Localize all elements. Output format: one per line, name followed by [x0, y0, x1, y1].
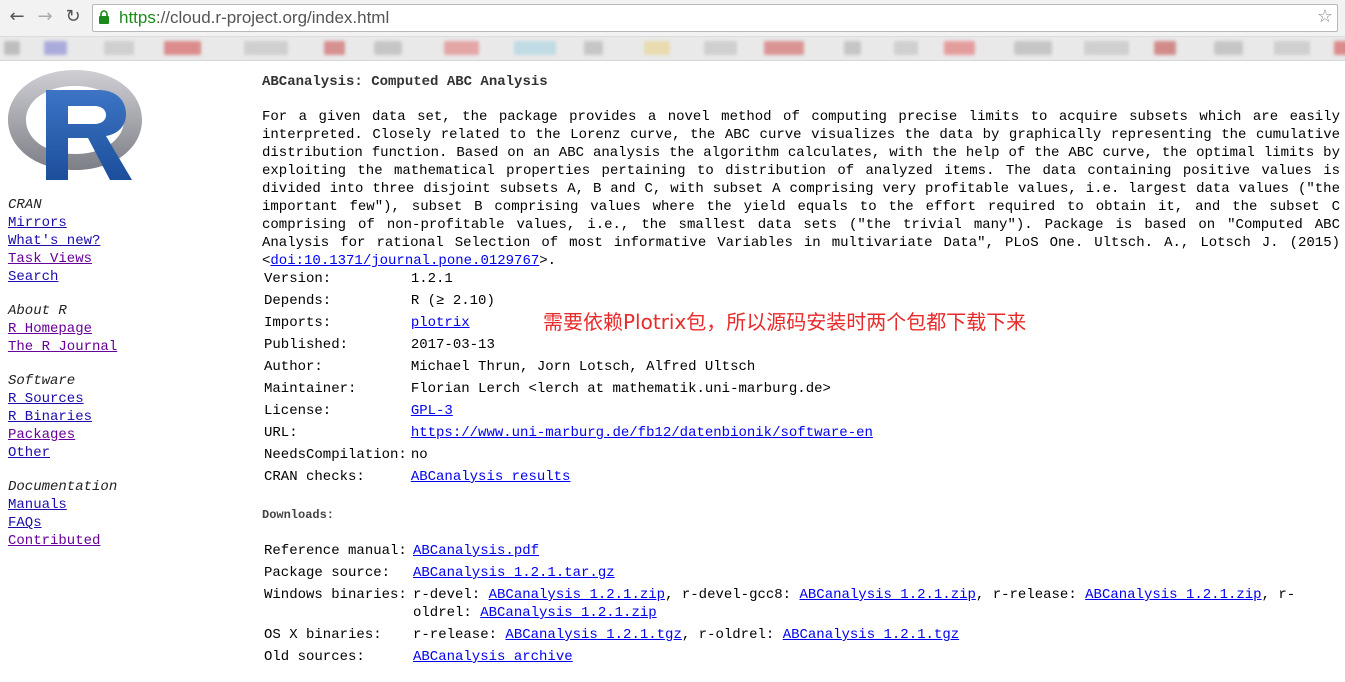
browser-toolbar: ← → ↻ https://cloud.r-project.org/index.…	[0, 0, 1345, 37]
sidebar-group-software: Software R Sources R Binaries Packages O…	[8, 372, 92, 462]
published-value: 2017-03-13	[410, 337, 495, 353]
sidebar-link-r-homepage[interactable]: R Homepage	[8, 320, 117, 338]
annotation-note: 需要依赖Plotrix包，所以源码安装时两个包都下载下来	[543, 310, 1027, 334]
osx-release-tgz-link[interactable]: ABCanalysis_1.2.1.tgz	[505, 627, 681, 643]
table-row: NeedsCompilation: no	[262, 444, 875, 466]
table-row: Maintainer: Florian Lerch <lerch at mathe…	[262, 378, 875, 400]
bookmark-item[interactable]	[644, 41, 670, 55]
table-row: Published: 2017-03-13	[262, 334, 875, 356]
sidebar-link-contributed[interactable]: Contributed	[8, 532, 117, 550]
url-text: https://cloud.r-project.org/index.html	[119, 8, 390, 27]
forward-arrow-icon[interactable]: →	[34, 5, 56, 29]
package-description: For a given data set, the package provid…	[262, 109, 1340, 269]
bookmark-item[interactable]	[1154, 41, 1176, 55]
sidebar-heading: CRAN	[8, 197, 42, 213]
package-source-link[interactable]: ABCanalysis_1.2.1.tar.gz	[413, 565, 615, 581]
table-row: Reference manual: ABCanalysis.pdf	[264, 543, 540, 559]
reload-icon[interactable]: ↻	[62, 5, 84, 29]
sidebar-link-mirrors[interactable]: Mirrors	[8, 214, 100, 232]
r-logo	[8, 70, 142, 180]
maintainer-value: Florian Lerch <lerch at mathematik.uni-m…	[410, 381, 831, 397]
win-devel-zip-link[interactable]: ABCanalysis_1.2.1.zip	[489, 587, 665, 603]
bookmark-item[interactable]	[1214, 41, 1243, 55]
bookmark-item[interactable]	[514, 41, 556, 55]
bookmark-item[interactable]	[584, 41, 603, 55]
table-row: License: GPL-3	[264, 403, 453, 419]
bookmark-item[interactable]	[704, 41, 737, 55]
reference-manual-link[interactable]: ABCanalysis.pdf	[413, 543, 539, 559]
win-release-zip-link[interactable]: ABCanalysis_1.2.1.zip	[1085, 587, 1261, 603]
sidebar-heading: Software	[8, 373, 76, 389]
table-row: CRAN checks: ABCanalysis results	[264, 469, 571, 485]
cran-checks-link[interactable]: ABCanalysis results	[411, 469, 571, 485]
version-value: 1.2.1	[410, 271, 453, 287]
imports-link-plotrix[interactable]: plotrix	[411, 315, 470, 331]
sidebar-link-manuals[interactable]: Manuals	[8, 496, 117, 514]
bookmark-item[interactable]	[764, 41, 804, 55]
sidebar-heading: About R	[8, 303, 67, 319]
sidebar-link-packages[interactable]: Packages	[8, 426, 92, 444]
sidebar-link-faqs[interactable]: FAQs	[8, 514, 117, 532]
bookmark-star-icon[interactable]: ☆	[1317, 6, 1333, 27]
bookmark-item[interactable]	[374, 41, 402, 55]
downloads-table: Reference manual: ABCanalysis.pdf Package…	[262, 542, 1335, 670]
address-bar[interactable]: https://cloud.r-project.org/index.html ☆	[92, 4, 1338, 32]
bookmark-item[interactable]	[104, 41, 134, 55]
osx-oldrel-tgz-link[interactable]: ABCanalysis_1.2.1.tgz	[783, 627, 959, 643]
archive-link[interactable]: ABCanalysis archive	[413, 649, 573, 665]
table-row: URL: https://www.uni-marburg.de/fb12/date…	[264, 425, 873, 441]
bookmark-item[interactable]	[944, 41, 975, 55]
bookmark-item[interactable]	[164, 41, 201, 55]
bookmark-item[interactable]	[244, 41, 288, 55]
back-arrow-icon[interactable]: ←	[6, 5, 28, 29]
sidebar-group-documentation: Documentation Manuals FAQs Contributed	[8, 478, 117, 550]
bookmark-item[interactable]	[1334, 41, 1345, 55]
sidebar-link-r-journal[interactable]: The R Journal	[8, 338, 117, 356]
page-title: ABCanalysis: Computed ABC Analysis	[262, 74, 548, 90]
bookmark-item[interactable]	[1014, 41, 1052, 55]
sidebar-link-r-binaries[interactable]: R Binaries	[8, 408, 92, 426]
bookmark-item[interactable]	[844, 41, 861, 55]
doi-link[interactable]: doi:10.1371/journal.pone.0129767	[270, 253, 539, 269]
table-row: Old sources: ABCanalysis archive	[264, 649, 573, 665]
win-devel-gcc8-zip-link[interactable]: ABCanalysis_1.2.1.zip	[799, 587, 975, 603]
table-row: Package source: ABCanalysis_1.2.1.tar.gz	[264, 565, 615, 581]
win-oldrel-zip-link[interactable]: ABCanalysis_1.2.1.zip	[480, 605, 656, 621]
table-row: Windows binaries: r-devel: ABCanalysis_1.…	[264, 587, 1296, 621]
bookmark-item[interactable]	[1274, 41, 1310, 55]
table-row: OS X binaries: r-release: ABCanalysis_1.2…	[264, 627, 960, 643]
needs-compilation-value: no	[410, 447, 428, 463]
bookmark-item[interactable]	[1084, 41, 1129, 55]
license-link[interactable]: GPL-3	[411, 403, 453, 419]
table-row: Version: 1.2.1	[262, 268, 875, 290]
package-details-table: Version: 1.2.1 Depends: R (≥ 2.10) Imports…	[262, 268, 875, 488]
sidebar-link-r-sources[interactable]: R Sources	[8, 390, 92, 408]
sidebar-link-whats-new[interactable]: What's new?	[8, 232, 100, 250]
lock-icon	[99, 10, 109, 24]
table-row: Author: Michael Thrun, Jorn Lotsch, Alfre…	[262, 356, 875, 378]
bookmark-item[interactable]	[324, 41, 345, 55]
sidebar-link-other[interactable]: Other	[8, 444, 92, 462]
package-url-link[interactable]: https://www.uni-marburg.de/fb12/datenbio…	[411, 425, 873, 441]
author-value: Michael Thrun, Jorn Lotsch, Alfred Ultsc…	[410, 359, 756, 375]
sidebar-group-cran: CRAN Mirrors What's new? Task Views Sear…	[8, 196, 100, 286]
bookmark-item[interactable]	[44, 41, 67, 55]
sidebar-link-search[interactable]: Search	[8, 268, 100, 286]
sidebar-heading: Documentation	[8, 479, 118, 495]
bookmark-item[interactable]	[444, 41, 479, 55]
bookmarks-bar	[0, 37, 1345, 61]
bookmark-item[interactable]	[894, 41, 918, 55]
sidebar-group-about: About R R Homepage The R Journal	[8, 302, 117, 356]
downloads-heading: Downloads:	[262, 508, 335, 522]
sidebar-link-task-views[interactable]: Task Views	[8, 250, 100, 268]
bookmark-item[interactable]	[4, 41, 20, 55]
